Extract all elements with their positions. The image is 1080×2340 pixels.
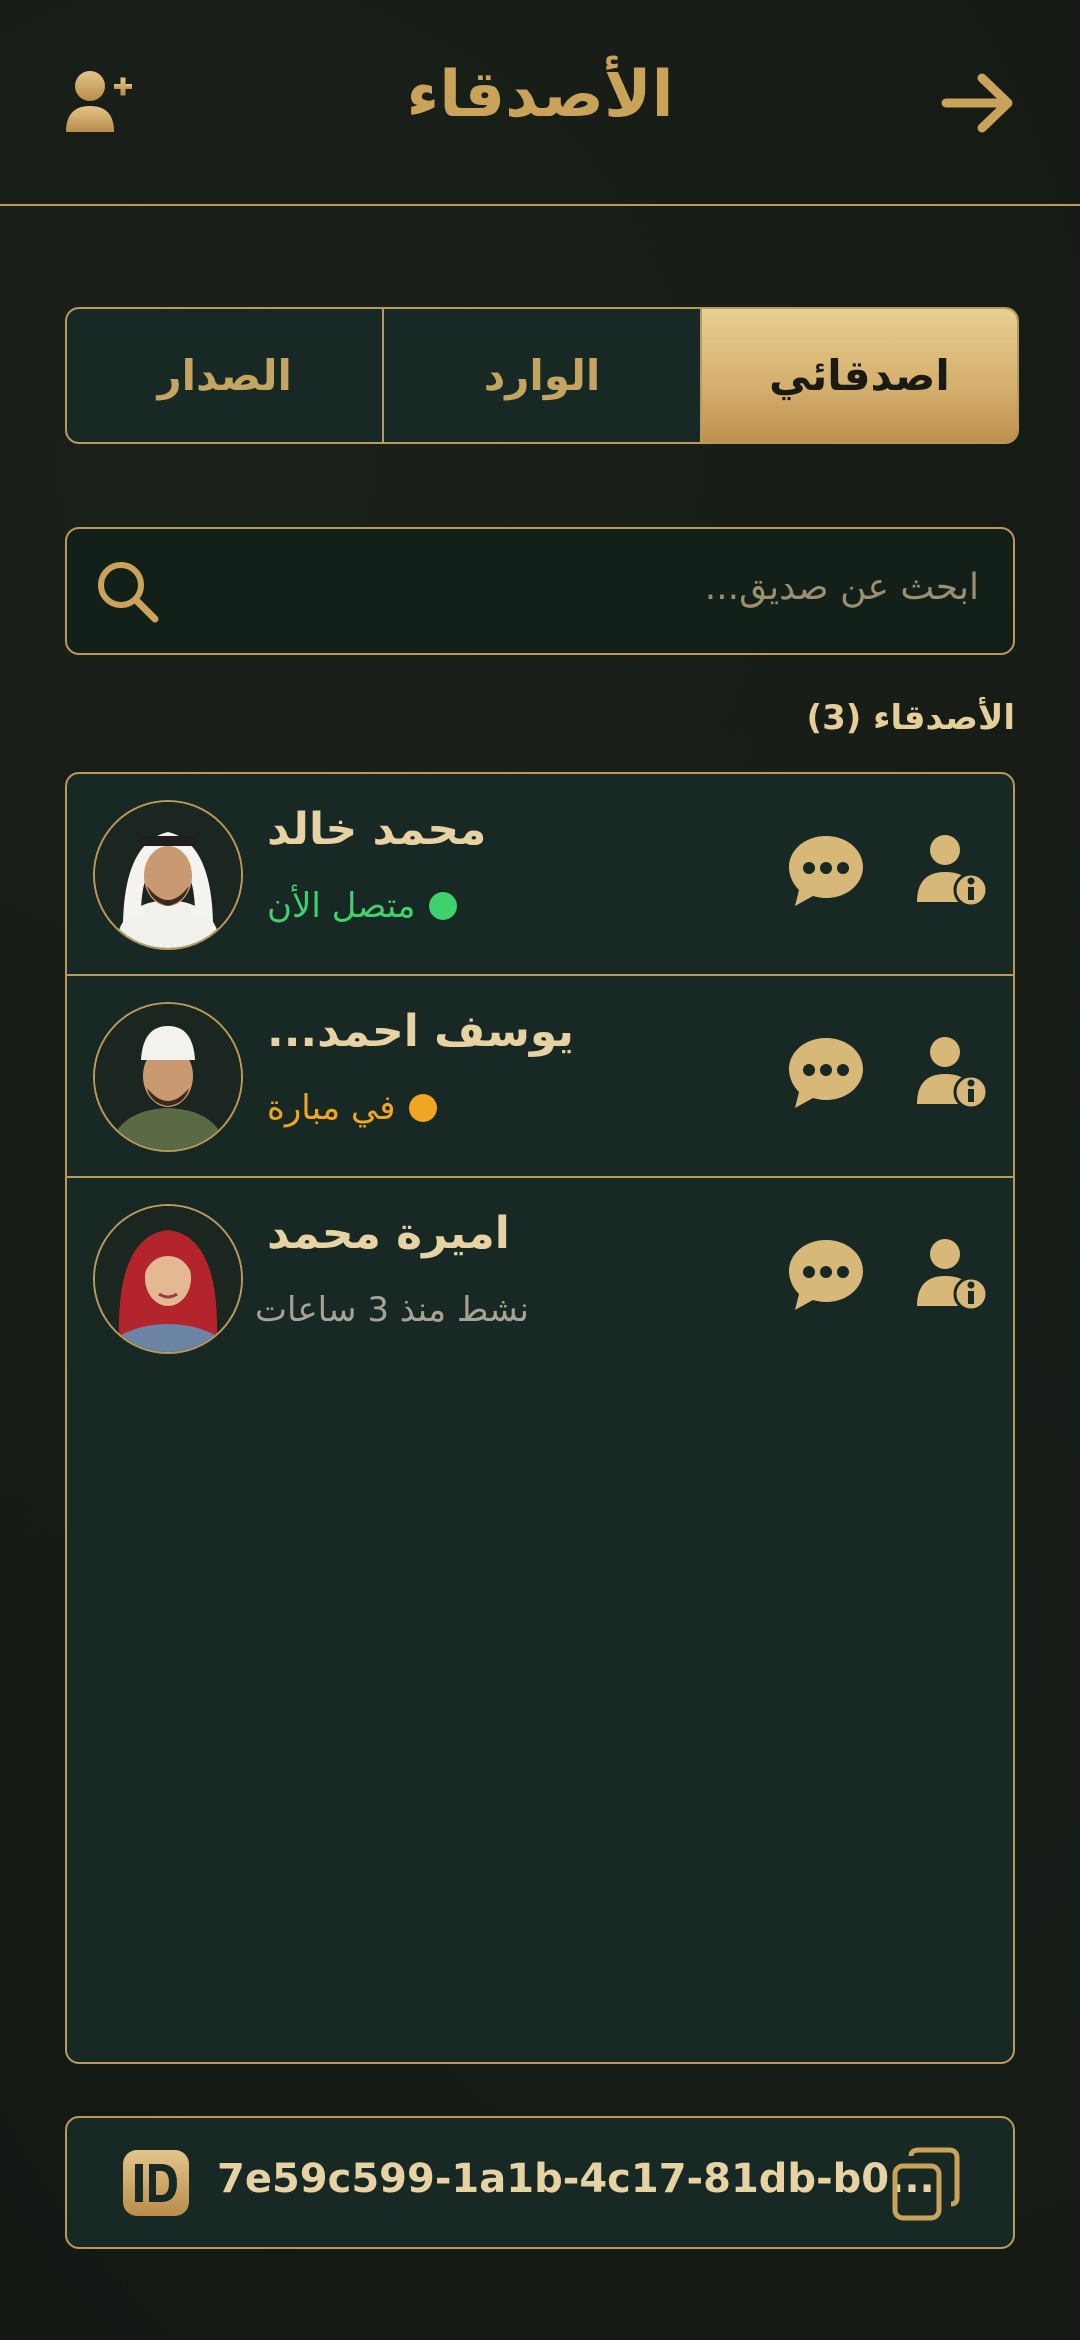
user-id-value: 7e59c599-1a1b-4c17-81db-b0... <box>217 2156 935 2202</box>
avatar[interactable] <box>93 1002 243 1152</box>
arrow-right-icon <box>941 73 1013 133</box>
friend-status: في مبارة <box>267 1088 438 1128</box>
in-match-dot-icon <box>409 1094 438 1122</box>
tab-incoming[interactable]: الوارد <box>382 309 699 442</box>
friends-count-heading: الأصدقاء (3) <box>806 698 1015 738</box>
tab-outgoing[interactable]: الصدار <box>67 309 382 442</box>
user-info-icon[interactable] <box>915 1034 989 1110</box>
status-text: متصل الأن <box>267 886 416 926</box>
avatar-man-keffiyeh-icon <box>95 802 241 948</box>
list-item[interactable]: محمد خالد متصل الأن <box>67 774 1013 976</box>
search-icon <box>98 562 159 623</box>
friend-status: متصل الأن <box>267 886 458 926</box>
user-info-icon[interactable] <box>915 1236 989 1312</box>
user-info-icon[interactable] <box>915 832 989 908</box>
copy-icon[interactable] <box>891 2146 961 2222</box>
top-bar: الأصدقاء <box>0 0 1080 206</box>
chat-icon[interactable] <box>785 1034 867 1112</box>
friend-status: نشط منذ 3 ساعات <box>255 1290 529 1330</box>
status-text: في مبارة <box>267 1088 396 1128</box>
status-text: نشط منذ 3 ساعات <box>255 1290 529 1330</box>
avatar-woman-hijab-icon <box>95 1206 241 1352</box>
list-item[interactable]: اميرة محمد نشط منذ 3 ساعات <box>67 1178 1013 1380</box>
chat-icon[interactable] <box>785 832 867 910</box>
friend-name: اميرة محمد <box>267 1208 510 1259</box>
avatar-man-kufi-icon <box>95 1004 241 1150</box>
avatar[interactable] <box>93 1204 243 1354</box>
back-button[interactable] <box>938 68 1018 138</box>
search-placeholder: ابحث عن صديق... <box>704 567 979 608</box>
search-input[interactable]: ابحث عن صديق... <box>65 527 1015 655</box>
id-badge-icon <box>123 2150 189 2216</box>
list-item[interactable]: يوسف احمد... في مبارة <box>67 976 1013 1178</box>
avatar[interactable] <box>93 800 243 950</box>
friend-name: محمد خالد <box>267 804 487 855</box>
tab-my-friends[interactable]: اصدقائي <box>699 309 1017 442</box>
page-title: الأصدقاء <box>406 58 674 132</box>
friend-name: يوسف احمد... <box>267 1006 574 1057</box>
user-id-bar: 7e59c599-1a1b-4c17-81db-b0... <box>65 2116 1015 2249</box>
friends-tabs: اصدقائي الوارد الصدار <box>65 307 1019 444</box>
online-dot-icon <box>429 892 458 920</box>
friends-list: محمد خالد متصل الأن يوسف احمد... في مبار… <box>65 772 1015 2064</box>
chat-icon[interactable] <box>785 1236 867 1314</box>
